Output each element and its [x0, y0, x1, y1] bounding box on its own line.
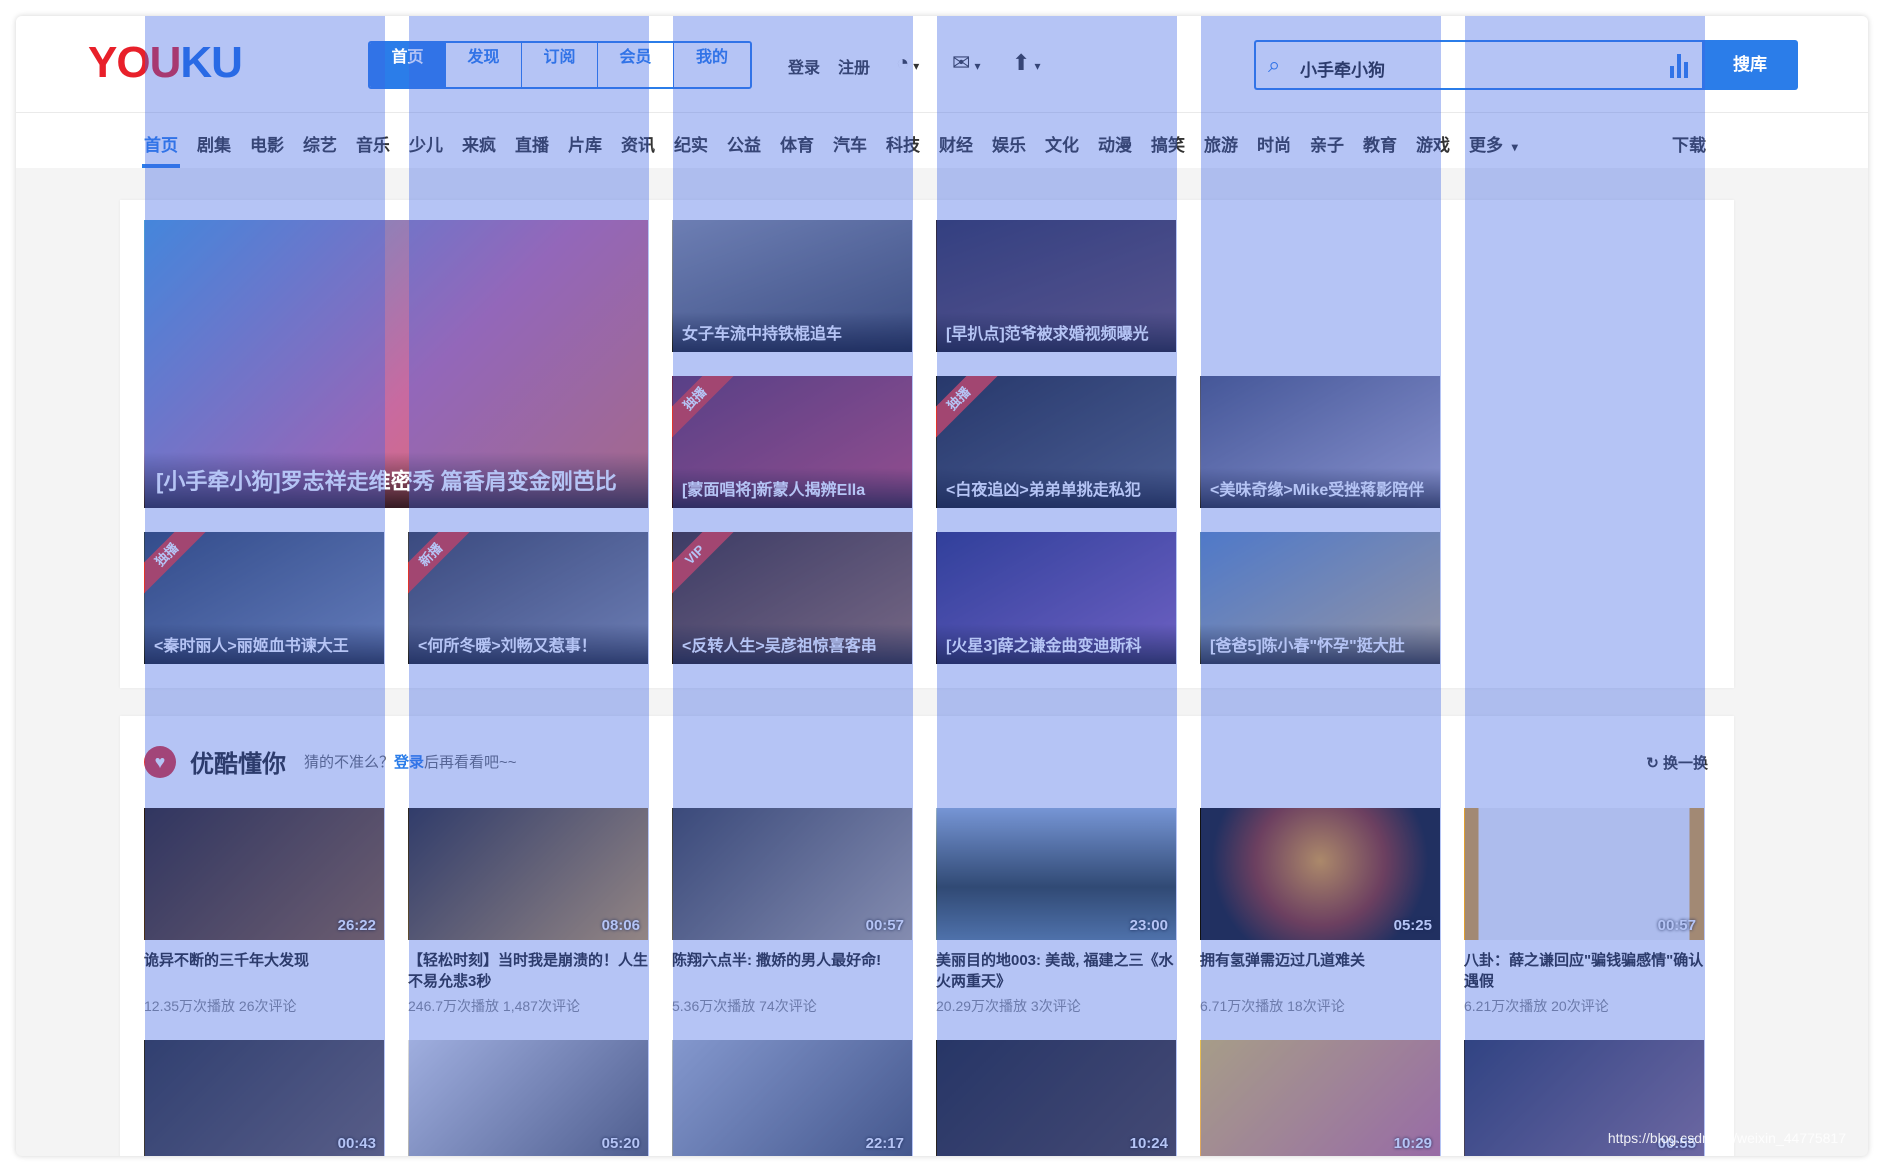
column-guide-overlay [145, 16, 385, 1156]
search-button[interactable]: 搜库 [1702, 40, 1798, 90]
column-guide-overlay [1201, 16, 1441, 1156]
column-guide-overlay [937, 16, 1177, 1156]
column-guide-overlay [409, 16, 649, 1156]
watermark: https://blog.csdn.net/weixin_44775817 [1607, 1130, 1846, 1146]
column-guide-overlay [673, 16, 913, 1156]
column-guide-overlay [1465, 16, 1705, 1156]
browser-frame: YOUKU 首页 发现 订阅 会员 我的 登录 注册 ◔ ▾ ✉ ▾ ⬆ ▾ ⌕ 小手… [16, 16, 1868, 1156]
